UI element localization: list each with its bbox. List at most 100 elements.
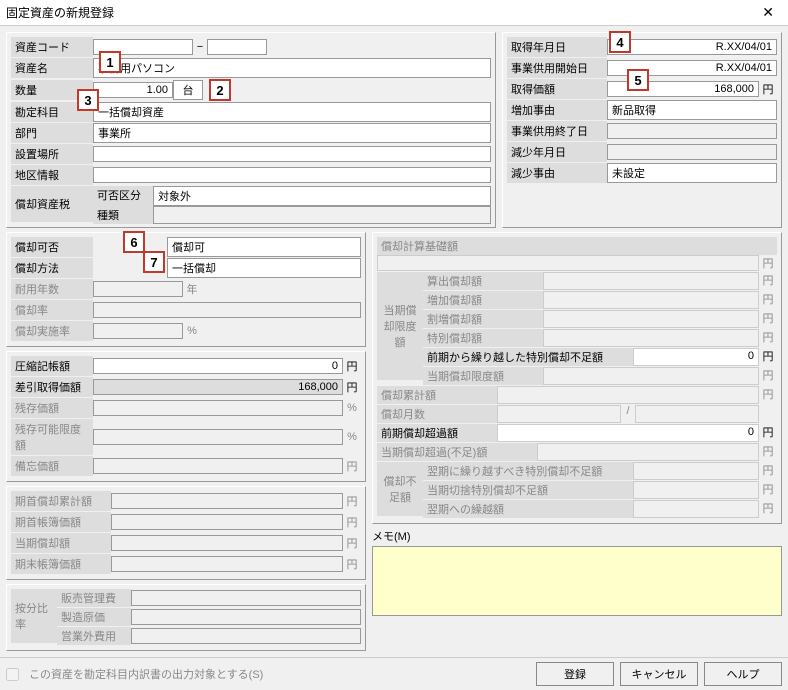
dec-reason-label: 減少事由 bbox=[507, 163, 607, 183]
dep-method-field[interactable]: 一括償却 bbox=[167, 258, 361, 278]
yen-unit-7: 円 bbox=[343, 535, 361, 551]
area-label: 地区情報 bbox=[11, 165, 93, 185]
account-field[interactable]: 一括償却資産 bbox=[93, 102, 491, 122]
next-carry-special-field bbox=[633, 462, 759, 480]
next-carry-field bbox=[633, 500, 759, 518]
calc-dep-field bbox=[543, 272, 759, 290]
add-dep-label: 増加償却額 bbox=[423, 291, 543, 309]
selling-label: 販売管理費 bbox=[57, 589, 131, 607]
marker-4: 4 bbox=[609, 31, 631, 53]
dept-label: 部門 bbox=[11, 123, 93, 143]
dep-allow-field[interactable]: 償却可 bbox=[167, 237, 361, 257]
yen-calc-6: 円 bbox=[759, 348, 777, 366]
nonop-field bbox=[131, 628, 361, 644]
acc-dep-field bbox=[111, 493, 343, 509]
calc-base-field bbox=[377, 255, 759, 271]
dep-asset-tax-label: 償却資産税 bbox=[11, 186, 93, 222]
cur-dep-limit-label: 当期償却限度額 bbox=[423, 367, 543, 385]
help-button[interactable]: ヘルプ bbox=[704, 662, 782, 686]
compress-label: 圧縮記帳額 bbox=[11, 356, 93, 376]
cur-limit-group: 当期償却限度額 bbox=[377, 272, 423, 380]
qty-field[interactable]: 1.00 bbox=[93, 82, 173, 98]
yen-calc-12: 円 bbox=[759, 481, 777, 499]
shurui-label: 種類 bbox=[93, 206, 153, 224]
allocation-panel: 按分比率 販売管理費 製造原価 営業外費用 bbox=[6, 584, 366, 651]
yen-calc-5: 円 bbox=[759, 329, 777, 347]
book-val-label: 期首帳簿価額 bbox=[11, 512, 111, 532]
cur-excess-field bbox=[537, 443, 759, 461]
marker-1: 1 bbox=[99, 51, 121, 73]
dec-reason-field[interactable]: 未設定 bbox=[607, 163, 777, 183]
exec-rate-label: 償却実施率 bbox=[11, 321, 93, 341]
calc-base-label: 償却計算基礎額 bbox=[377, 237, 777, 255]
shurui-field bbox=[153, 206, 491, 224]
asset-code-field-2[interactable] bbox=[207, 39, 267, 55]
dec-date-label: 減少年月日 bbox=[507, 142, 607, 162]
yen-unit: 円 bbox=[759, 81, 777, 97]
dec-date-field bbox=[607, 144, 777, 160]
yen-calc-9: 円 bbox=[759, 424, 777, 442]
cur-dep-field bbox=[111, 535, 343, 551]
prev-excess-field[interactable]: 0 bbox=[497, 424, 759, 442]
yen-unit-3: 円 bbox=[343, 379, 361, 395]
mfg-label: 製造原価 bbox=[57, 608, 131, 626]
cur-excess-label: 当期償却超過(不足)額 bbox=[377, 443, 537, 461]
asset-code-label: 資産コード bbox=[11, 37, 93, 57]
window-title: 固定資産の新規登録 bbox=[6, 4, 754, 21]
depreciation-method-panel: 6 7 償却可否 償却可 償却方法 一括償却 耐用年数 年 bbox=[6, 232, 366, 347]
compress-field[interactable]: 0 bbox=[93, 358, 343, 374]
area-field[interactable] bbox=[93, 167, 491, 183]
close-icon[interactable]: ✕ bbox=[754, 2, 782, 23]
residual-field bbox=[93, 400, 343, 416]
biz-start-label: 事業供用開始日 bbox=[507, 58, 607, 78]
asset-name-field[interactable]: 事務用パソコン bbox=[93, 58, 491, 78]
pct-unit-2: % bbox=[343, 402, 361, 414]
marker-6: 6 bbox=[123, 231, 145, 253]
acq-price-label: 取得価額 bbox=[507, 79, 607, 99]
residual-label: 残存価額 bbox=[11, 398, 93, 418]
years-field bbox=[93, 281, 183, 297]
net-acq-field: 168,000 bbox=[93, 379, 343, 395]
location-field[interactable] bbox=[93, 146, 491, 162]
acq-date-field[interactable]: R.XX/04/01 bbox=[607, 39, 777, 55]
end-book-field bbox=[111, 556, 343, 572]
cancel-button[interactable]: キャンセル bbox=[620, 662, 698, 686]
kahi-kubun-field[interactable]: 対象外 bbox=[153, 186, 491, 206]
acquisition-panel: 4 取得年月日 R.XX/04/01 事業供用開始日 R.XX/04/01 5 … bbox=[502, 32, 782, 228]
prev-excess-label: 前期償却超過額 bbox=[377, 424, 497, 442]
dep-allow-label: 償却可否 bbox=[11, 237, 93, 257]
bottom-bar: この資産を勘定科目内訳書の出力対象とする(S) 登録 キャンセル ヘルプ bbox=[0, 657, 788, 690]
extra-dep-field bbox=[543, 310, 759, 328]
calc-dep-label: 算出償却額 bbox=[423, 272, 543, 290]
book-value-panel: 圧縮記帳額 0 円 差引取得価額 168,000 円 残存価額 % 残存可能限度… bbox=[6, 351, 366, 482]
memo-textarea[interactable] bbox=[372, 546, 782, 616]
end-book-label: 期末帳簿価額 bbox=[11, 554, 111, 574]
carry-special-field[interactable]: 0 bbox=[633, 348, 759, 366]
acc-dep-label: 期首償却累計額 bbox=[11, 491, 111, 511]
memo-label: メモ(M) bbox=[372, 528, 782, 544]
dep-months-1 bbox=[497, 405, 621, 423]
inc-reason-field[interactable]: 新品取得 bbox=[607, 100, 777, 120]
years-unit: 年 bbox=[183, 281, 201, 297]
marker-7: 7 bbox=[143, 251, 165, 273]
yen-unit-4: 円 bbox=[343, 458, 361, 474]
code-dash: − bbox=[193, 41, 207, 53]
pct-unit: % bbox=[183, 325, 201, 337]
marker-2: 2 bbox=[209, 79, 231, 101]
special-dep-label: 特別償却額 bbox=[423, 329, 543, 347]
qty-unit-field[interactable]: 台 bbox=[173, 80, 203, 100]
biz-end-field bbox=[607, 123, 777, 139]
net-acq-label: 差引取得価額 bbox=[11, 377, 93, 397]
memo-section: メモ(M) bbox=[372, 528, 782, 619]
years-label: 耐用年数 bbox=[11, 279, 93, 299]
dept-field[interactable]: 事業所 bbox=[93, 123, 491, 143]
short-group: 償却不足額 bbox=[377, 462, 423, 516]
register-button[interactable]: 登録 bbox=[536, 662, 614, 686]
cur-dep-label: 当期償却額 bbox=[11, 533, 111, 553]
rate-field bbox=[93, 302, 361, 318]
beginning-panel: 期首償却累計額 円 期首帳簿価額 円 当期償却額 円 期末帳簿価額 bbox=[6, 486, 366, 580]
include-checkbox bbox=[6, 668, 19, 681]
inc-reason-label: 増加事由 bbox=[507, 100, 607, 120]
rate-label: 償却率 bbox=[11, 300, 93, 320]
next-carry-label: 翌期への繰越額 bbox=[423, 500, 633, 518]
